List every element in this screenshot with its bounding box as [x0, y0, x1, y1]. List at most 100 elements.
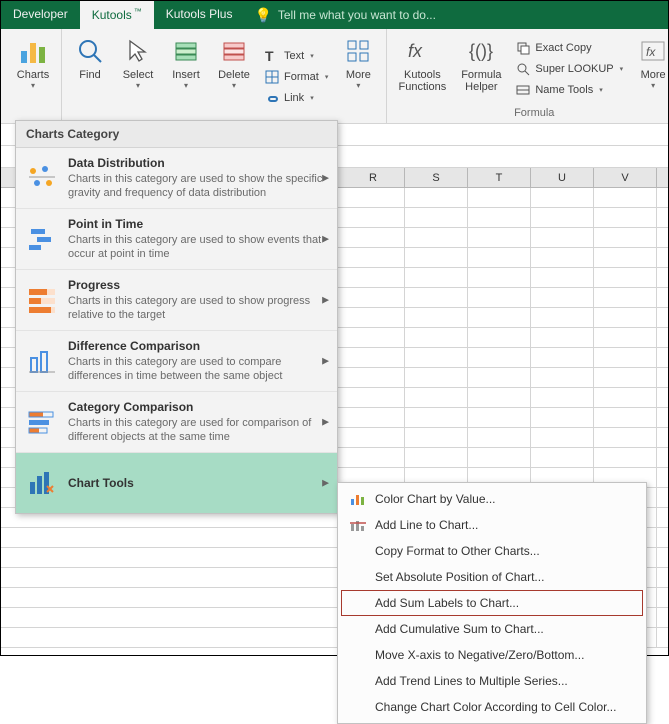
grid-cell[interactable] [342, 328, 405, 347]
menu-item-difference-comparison[interactable]: Difference Comparison Charts in this cat… [16, 331, 337, 392]
grid-cell[interactable] [468, 348, 531, 367]
grid-cell[interactable] [594, 328, 657, 347]
grid-cell[interactable] [531, 428, 594, 447]
submenu-copy-format[interactable]: Copy Format to Other Charts... [341, 538, 643, 564]
grid-cell[interactable] [405, 388, 468, 407]
select-button[interactable]: Select ▾ [116, 33, 160, 121]
grid-cell[interactable] [405, 208, 468, 227]
grid-cell[interactable] [468, 188, 531, 207]
grid-cell[interactable] [342, 248, 405, 267]
find-button[interactable]: Find [68, 33, 112, 121]
submenu-change-chart-color[interactable]: Change Chart Color According to Cell Col… [341, 694, 643, 720]
col-header[interactable]: S [405, 168, 468, 187]
grid-cell[interactable] [405, 368, 468, 387]
grid-cell[interactable] [342, 208, 405, 227]
link-button[interactable]: Link▾ [260, 88, 332, 108]
grid-cell[interactable] [594, 388, 657, 407]
grid-cell[interactable] [405, 428, 468, 447]
grid-cell[interactable] [342, 428, 405, 447]
grid-cell[interactable] [405, 348, 468, 367]
col-header[interactable]: V [594, 168, 657, 187]
grid-cell[interactable] [594, 308, 657, 327]
tell-me-search[interactable]: 💡 Tell me what you want to do... [244, 1, 446, 29]
grid-cell[interactable] [342, 288, 405, 307]
menu-item-chart-tools[interactable]: Chart Tools ▶ [16, 453, 337, 513]
grid-cell[interactable] [531, 388, 594, 407]
grid-cell[interactable] [405, 308, 468, 327]
more-button-formula[interactable]: fx More ▾ [631, 33, 669, 105]
insert-button[interactable]: Insert ▾ [164, 33, 208, 121]
grid-cell[interactable] [531, 228, 594, 247]
col-header[interactable]: T [468, 168, 531, 187]
grid-cell[interactable] [594, 228, 657, 247]
grid-cell[interactable] [342, 348, 405, 367]
grid-cell[interactable] [405, 288, 468, 307]
grid-cell[interactable] [531, 368, 594, 387]
col-header[interactable]: R [342, 168, 405, 187]
menu-item-category-comparison[interactable]: Category Comparison Charts in this categ… [16, 392, 337, 453]
grid-cell[interactable] [468, 308, 531, 327]
grid-cell[interactable] [342, 388, 405, 407]
grid-cell[interactable] [468, 208, 531, 227]
submenu-add-cumulative-sum[interactable]: Add Cumulative Sum to Chart... [341, 616, 643, 642]
grid-cell[interactable] [531, 288, 594, 307]
grid-cell[interactable] [468, 228, 531, 247]
grid-cell[interactable] [594, 188, 657, 207]
menu-item-progress[interactable]: Progress Charts in this category are use… [16, 270, 337, 331]
grid-cell[interactable] [342, 268, 405, 287]
tab-kutools-plus[interactable]: Kutools Plus [154, 1, 245, 29]
grid-cell[interactable] [594, 288, 657, 307]
grid-cell[interactable] [594, 248, 657, 267]
menu-item-data-distribution[interactable]: Data Distribution Charts in this categor… [16, 148, 337, 209]
grid-cell[interactable] [468, 288, 531, 307]
grid-cell[interactable] [594, 348, 657, 367]
grid-cell[interactable] [594, 408, 657, 427]
submenu-add-line-to-chart[interactable]: Add Line to Chart... [341, 512, 643, 538]
name-tools-button[interactable]: Name Tools▾ [511, 80, 627, 100]
grid-cell[interactable] [342, 368, 405, 387]
grid-cell[interactable] [531, 268, 594, 287]
delete-button[interactable]: Delete ▾ [212, 33, 256, 121]
grid-cell[interactable] [594, 208, 657, 227]
grid-cell[interactable] [531, 308, 594, 327]
super-lookup-button[interactable]: Super LOOKUP▾ [511, 59, 627, 79]
grid-cell[interactable] [342, 188, 405, 207]
more-button-editing[interactable]: More ▾ [336, 33, 380, 121]
text-button[interactable]: T Text▾ [260, 46, 332, 66]
grid-cell[interactable] [531, 348, 594, 367]
grid-cell[interactable] [342, 228, 405, 247]
col-header[interactable]: U [531, 168, 594, 187]
grid-cell[interactable] [342, 448, 405, 467]
tab-developer[interactable]: Developer [1, 1, 80, 29]
grid-cell[interactable] [468, 328, 531, 347]
grid-cell[interactable] [342, 408, 405, 427]
grid-cell[interactable] [468, 408, 531, 427]
grid-cell[interactable] [468, 268, 531, 287]
format-button[interactable]: Format▾ [260, 67, 332, 87]
grid-cell[interactable] [468, 248, 531, 267]
exact-copy-button[interactable]: Exact Copy [511, 38, 627, 58]
menu-item-point-in-time[interactable]: Point in Time Charts in this category ar… [16, 209, 337, 270]
grid-cell[interactable] [405, 408, 468, 427]
grid-cell[interactable] [468, 448, 531, 467]
grid-cell[interactable] [531, 328, 594, 347]
submenu-set-absolute-position[interactable]: Set Absolute Position of Chart... [341, 564, 643, 590]
grid-cell[interactable] [594, 368, 657, 387]
grid-cell[interactable] [405, 268, 468, 287]
tab-kutools[interactable]: Kutools™ [80, 1, 154, 29]
grid-cell[interactable] [405, 228, 468, 247]
grid-cell[interactable] [342, 308, 405, 327]
grid-cell[interactable] [531, 188, 594, 207]
grid-cell[interactable] [468, 428, 531, 447]
grid-cell[interactable] [594, 448, 657, 467]
submenu-move-x-axis[interactable]: Move X-axis to Negative/Zero/Bottom... [341, 642, 643, 668]
grid-cell[interactable] [531, 208, 594, 227]
charts-button[interactable]: Charts ▾ [11, 33, 55, 121]
grid-cell[interactable] [405, 188, 468, 207]
submenu-add-trend-lines[interactable]: Add Trend Lines to Multiple Series... [341, 668, 643, 694]
grid-cell[interactable] [468, 368, 531, 387]
grid-cell[interactable] [405, 248, 468, 267]
grid-cell[interactable] [531, 408, 594, 427]
submenu-add-sum-labels[interactable]: Add Sum Labels to Chart... [341, 590, 643, 616]
grid-cell[interactable] [531, 448, 594, 467]
